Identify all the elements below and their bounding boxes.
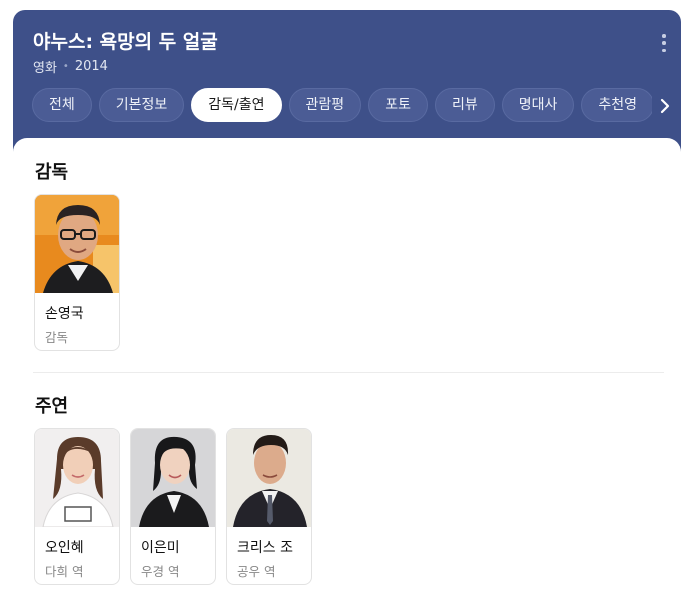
director-section-title: 감독	[35, 162, 69, 183]
person-role: 공우 역	[237, 564, 276, 579]
tab-photos[interactable]: 포토	[368, 88, 428, 122]
movie-title[interactable]: 야누스: 욕망의 두 얼굴	[33, 27, 218, 54]
tab-all[interactable]: 전체	[32, 88, 92, 122]
tab-audience-reviews[interactable]: 관람평	[288, 88, 362, 122]
person-card-cast-1[interactable]: 오인혜 다희 역	[34, 428, 120, 585]
chevron-right-icon[interactable]	[655, 96, 675, 116]
tab-recommended[interactable]: 추천영	[581, 88, 652, 122]
tab-reviews[interactable]: 리뷰	[434, 88, 495, 122]
movie-subtitle: 영화 • 2014	[33, 57, 108, 76]
content-area: 감독 손영국 감독 주연 오인혜 다희 역 이은미 우경 역 크리스 조 공우 …	[13, 138, 681, 594]
movie-year: 2014	[74, 59, 108, 74]
more-vertical-icon[interactable]	[661, 34, 667, 52]
cast-photo-2	[131, 429, 215, 527]
movie-info-panel: 야누스: 욕망의 두 얼굴 영화 • 2014 전체 기본정보 감독/출연 관람평 포토…	[13, 10, 681, 594]
cast-section-title: 주연	[35, 396, 69, 417]
person-name: 이은미	[141, 540, 180, 556]
person-card-cast-3[interactable]: 크리스 조 공우 역	[226, 428, 312, 585]
person-card-director[interactable]: 손영국 감독	[34, 194, 120, 351]
director-photo	[35, 195, 119, 293]
person-card-cast-2[interactable]: 이은미 우경 역	[130, 428, 216, 585]
tab-bar: 전체 기본정보 감독/출연 관람평 포토 리뷰 명대사 추천영	[32, 88, 652, 124]
person-name: 크리스 조	[237, 540, 293, 556]
separator-dot: •	[62, 61, 69, 72]
movie-category: 영화	[33, 61, 57, 76]
person-name: 오인혜	[45, 540, 84, 556]
tab-quotes[interactable]: 명대사	[501, 88, 575, 122]
person-name: 손영국	[45, 306, 84, 322]
cast-photo-3	[227, 429, 311, 527]
cast-photo-1	[35, 429, 119, 527]
section-divider	[33, 372, 664, 373]
tab-director-cast[interactable]: 감독/출연	[191, 88, 282, 122]
person-role: 감독	[45, 330, 69, 345]
tab-basic-info[interactable]: 기본정보	[98, 88, 185, 122]
person-role: 다희 역	[45, 564, 84, 579]
person-role: 우경 역	[141, 564, 180, 579]
